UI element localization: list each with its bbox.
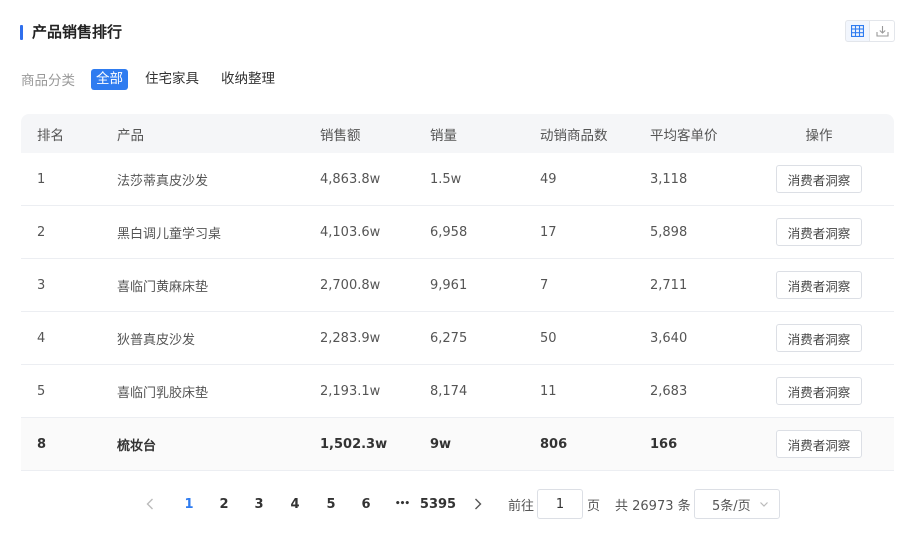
page-unit-label: 页 (587, 498, 601, 514)
filter-chip-home-furniture[interactable]: 住宅家具 (140, 69, 204, 90)
rank-cell: 3 (37, 277, 46, 293)
avg-price-cell: 3,640 (650, 330, 688, 346)
rank-cell: 5 (37, 383, 46, 399)
page-3[interactable]: 3 (248, 489, 270, 519)
column-header-sales: 销售额 (320, 127, 361, 144)
goto-label: 前往 (508, 498, 535, 514)
volume-cell: 8,174 (430, 383, 468, 399)
table-row: 2 黑白调儿童学习桌 4,103.6w 6,958 17 5,898 消费者洞察 (21, 206, 894, 259)
rank-cell: 1 (37, 171, 46, 187)
next-page-button[interactable] (468, 489, 488, 519)
avg-price-cell: 166 (650, 436, 678, 452)
product-cell: 法莎蒂真皮沙发 (117, 173, 209, 189)
table-row: 4 狄普真皮沙发 2,283.9w 6,275 50 3,640 消费者洞察 (21, 312, 894, 365)
action-cell: 消费者洞察 (776, 206, 862, 258)
total-count: 共 26973 条 (615, 498, 691, 514)
table-row: 3 喜临门黄麻床垫 2,700.8w 9,961 7 2,711 消费者洞察 (21, 259, 894, 312)
column-header-avg-price: 平均客单价 (650, 127, 718, 144)
volume-cell: 6,275 (430, 330, 468, 346)
product-cell: 梳妆台 (117, 438, 157, 454)
page-last[interactable]: 5395 (419, 489, 457, 519)
active-items-cell: 11 (540, 383, 557, 399)
sales-cell: 2,700.8w (320, 277, 381, 293)
active-items-cell: 17 (540, 224, 557, 240)
table-header: 排名 产品 销售额 销量 动销商品数 平均客单价 操作 (21, 114, 894, 153)
chevron-left-icon (146, 498, 153, 510)
filter-label: 商品分类 (21, 73, 75, 89)
pinned-table-row: 8 梳妆台 1,502.3w 9w 806 166 消费者洞察 (21, 418, 894, 471)
avg-price-cell: 2,683 (650, 383, 688, 399)
product-cell: 喜临门乳胶床垫 (117, 385, 209, 401)
goto-page-input[interactable] (537, 489, 583, 519)
volume-cell: 1.5w (430, 171, 462, 187)
table-view-button[interactable] (845, 20, 870, 42)
avg-price-cell: 2,711 (650, 277, 688, 293)
table-row: 5 喜临门乳胶床垫 2,193.1w 8,174 11 2,683 消费者洞察 (21, 365, 894, 418)
active-items-cell: 806 (540, 436, 568, 452)
prev-page-button[interactable] (140, 489, 160, 519)
download-icon (875, 26, 889, 37)
rank-cell: 2 (37, 224, 46, 240)
download-button[interactable] (870, 20, 895, 42)
pagination-ellipsis[interactable]: ••• (389, 489, 415, 519)
filter-chip-all[interactable]: 全部 (91, 68, 128, 90)
consumer-insight-button[interactable]: 消费者洞察 (776, 430, 862, 458)
page-size-value: 5条/页 (712, 498, 751, 514)
active-items-cell: 50 (540, 330, 557, 346)
table-row: 1 法莎蒂真皮沙发 4,863.8w 1.5w 49 3,118 消费者洞察 (21, 153, 894, 206)
rank-cell: 8 (37, 436, 47, 452)
section-title: 产品销售排行 (32, 23, 123, 41)
column-header-rank: 排名 (37, 127, 64, 144)
section-header: 产品销售排行 (20, 20, 895, 42)
action-cell: 消费者洞察 (776, 153, 862, 205)
active-items-cell: 49 (540, 171, 557, 187)
consumer-insight-button[interactable]: 消费者洞察 (776, 165, 862, 193)
action-cell: 消费者洞察 (776, 259, 862, 311)
active-items-cell: 7 (540, 277, 549, 293)
column-header-active-items: 动销商品数 (540, 127, 608, 144)
page-4[interactable]: 4 (284, 489, 306, 519)
consumer-insight-button[interactable]: 消费者洞察 (776, 218, 862, 246)
chevron-right-icon (475, 498, 482, 510)
rank-cell: 4 (37, 330, 46, 346)
volume-cell: 6,958 (430, 224, 468, 240)
chevron-down-icon (760, 502, 768, 507)
consumer-insight-button[interactable]: 消费者洞察 (776, 324, 862, 352)
product-cell: 黑白调儿童学习桌 (117, 226, 222, 242)
toolbar (845, 20, 895, 42)
column-header-volume: 销量 (430, 127, 457, 144)
volume-cell: 9,961 (430, 277, 468, 293)
action-cell: 消费者洞察 (776, 312, 862, 364)
page-6[interactable]: 6 (355, 489, 377, 519)
consumer-insight-button[interactable]: 消费者洞察 (776, 271, 862, 299)
sales-cell: 2,283.9w (320, 330, 381, 346)
product-cell: 喜临门黄麻床垫 (117, 279, 209, 295)
category-filter: 商品分类 全部 住宅家具 收纳整理 (21, 68, 292, 90)
page-5[interactable]: 5 (320, 489, 342, 519)
page-2[interactable]: 2 (213, 489, 235, 519)
product-cell: 狄普真皮沙发 (117, 332, 196, 348)
consumer-insight-button[interactable]: 消费者洞察 (776, 377, 862, 405)
sales-cell: 4,103.6w (320, 224, 381, 240)
page-size-select[interactable]: 5条/页 (694, 489, 780, 519)
volume-cell: 9w (430, 436, 452, 452)
action-cell: 消费者洞察 (776, 365, 862, 417)
action-cell: 消费者洞察 (776, 418, 862, 470)
sales-ranking-table: 排名 产品 销售额 销量 动销商品数 平均客单价 操作 1 法莎蒂真皮沙发 4,… (21, 114, 894, 471)
title-accent-bar (20, 25, 23, 40)
column-header-action: 操作 (805, 127, 833, 144)
sales-cell: 4,863.8w (320, 171, 381, 187)
pagination: 1 2 3 4 5 6 ••• 5395 前往 页 共 26973 条 5条/页 (0, 489, 911, 519)
sales-cell: 1,502.3w (320, 436, 388, 452)
avg-price-cell: 3,118 (650, 171, 688, 187)
filter-chip-storage[interactable]: 收纳整理 (216, 69, 280, 90)
avg-price-cell: 5,898 (650, 224, 688, 240)
table-icon (851, 25, 864, 37)
column-header-product: 产品 (117, 127, 144, 144)
page-1[interactable]: 1 (178, 489, 200, 519)
sales-cell: 2,193.1w (320, 383, 381, 399)
